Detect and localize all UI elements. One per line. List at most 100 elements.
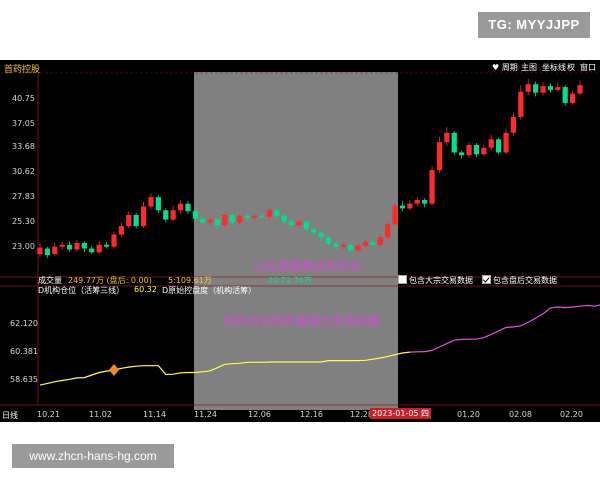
candle-body	[540, 86, 546, 93]
candle-body	[163, 210, 169, 220]
candle-body	[385, 224, 391, 238]
candle-body	[533, 84, 539, 93]
candle-body	[429, 170, 435, 204]
chart-canvas[interactable]	[0, 60, 600, 422]
date-tick: 02.20	[560, 410, 583, 419]
stock-chart-panel[interactable]: 首药控股 ♥ 周期 主图 坐标线 权 窗口 40.75 37.05 33.68 …	[0, 60, 600, 422]
candle-body	[577, 85, 583, 94]
candle-body	[207, 219, 213, 223]
candle-body	[81, 242, 87, 249]
candle	[414, 197, 420, 207]
indicator-tick: 58.635	[10, 375, 38, 384]
candle	[170, 205, 176, 222]
candle-body	[340, 244, 346, 247]
candle-body	[170, 210, 176, 220]
candle	[562, 85, 568, 106]
candle	[459, 150, 465, 159]
price-tick: 30.62	[12, 167, 35, 176]
candle	[155, 195, 161, 214]
option-after-hours[interactable]: 包含盘后交易数据	[482, 275, 557, 286]
candle-body	[89, 248, 95, 253]
checkbox-icon[interactable]	[398, 275, 407, 284]
candle	[466, 142, 472, 158]
candle-body	[459, 152, 465, 156]
date-tick: 12.16	[300, 410, 323, 419]
candle-body	[74, 242, 80, 250]
candle-body	[155, 197, 161, 211]
toolbar-period[interactable]: ♥ 周期	[492, 62, 518, 73]
candle-body	[66, 244, 73, 250]
candle-body	[303, 221, 309, 229]
price-tick: 27.83	[12, 192, 35, 201]
website-watermark: www.zhcn-hans-hg.com	[12, 444, 174, 468]
candle	[103, 242, 110, 249]
candle-body	[37, 247, 43, 255]
candle-body	[52, 246, 58, 255]
candle	[133, 213, 139, 229]
candle-body	[555, 87, 561, 90]
period-daily[interactable]: 日线	[2, 410, 18, 421]
checkbox-checked-icon[interactable]	[482, 275, 491, 284]
toolbar-window[interactable]: 窗口	[580, 62, 596, 73]
candle-body	[111, 234, 117, 247]
candle-body	[140, 206, 147, 227]
candle	[81, 241, 87, 253]
price-tick: 23.00	[12, 242, 35, 251]
candle-body	[318, 232, 324, 238]
candle-body	[103, 244, 110, 247]
candle	[185, 200, 191, 214]
candle-body	[274, 210, 280, 216]
highlight-band	[194, 72, 398, 410]
candle-body	[333, 243, 339, 247]
candle-body	[281, 215, 287, 222]
candle-body	[244, 215, 250, 218]
candle	[503, 129, 509, 155]
date-tick: 12.06	[248, 410, 271, 419]
candle-body	[392, 205, 398, 225]
price-tick: 25.30	[12, 217, 35, 226]
indicator-name-2: D原始控盘度（机构活筹）	[162, 286, 257, 295]
option-block-trades[interactable]: 包含大宗交易数据	[398, 275, 473, 286]
candle	[407, 200, 413, 211]
candle	[429, 166, 435, 206]
candle-body	[133, 214, 139, 227]
candle-body	[547, 86, 554, 90]
date-tick: 11.24	[194, 410, 217, 419]
candle	[518, 85, 524, 120]
indicator-line-high	[409, 304, 600, 353]
candle-body	[266, 210, 272, 217]
toolbar-main-chart[interactable]: 主图	[521, 62, 537, 73]
candle-body	[525, 84, 531, 92]
candle-body	[214, 219, 221, 226]
candle	[473, 143, 480, 158]
candle	[451, 130, 457, 156]
candle	[118, 222, 124, 238]
price-tick: 33.68	[12, 142, 35, 151]
candle	[74, 240, 80, 252]
candle	[111, 231, 117, 249]
candle	[444, 127, 450, 146]
indicator-tick: 60.381	[10, 347, 38, 356]
candle-body	[422, 200, 428, 204]
candle	[140, 201, 147, 228]
candle	[540, 82, 546, 96]
candle	[44, 246, 50, 258]
indicator-tick: 62.120	[10, 319, 38, 328]
volume-ma20: 20:72.76万	[268, 276, 312, 285]
candle	[496, 137, 502, 155]
toolbar-rights[interactable]: 权	[567, 62, 575, 73]
candle	[126, 211, 132, 228]
candle-body	[414, 200, 420, 204]
candle	[52, 242, 58, 256]
candle-body	[503, 132, 509, 153]
selected-date: 2023-01-05	[372, 409, 419, 418]
selected-date-badge[interactable]: 2023-01-05 四	[370, 408, 432, 419]
price-tick: 40.75	[12, 94, 35, 103]
telegram-badge: TG: MYYJJPP	[478, 12, 590, 38]
candle-body	[481, 147, 487, 155]
date-tick: 02.08	[509, 410, 532, 419]
candle	[89, 245, 95, 255]
toolbar-axis-line[interactable]: 坐标线	[542, 62, 566, 73]
candle-body	[473, 144, 480, 155]
candle-body	[518, 91, 524, 117]
